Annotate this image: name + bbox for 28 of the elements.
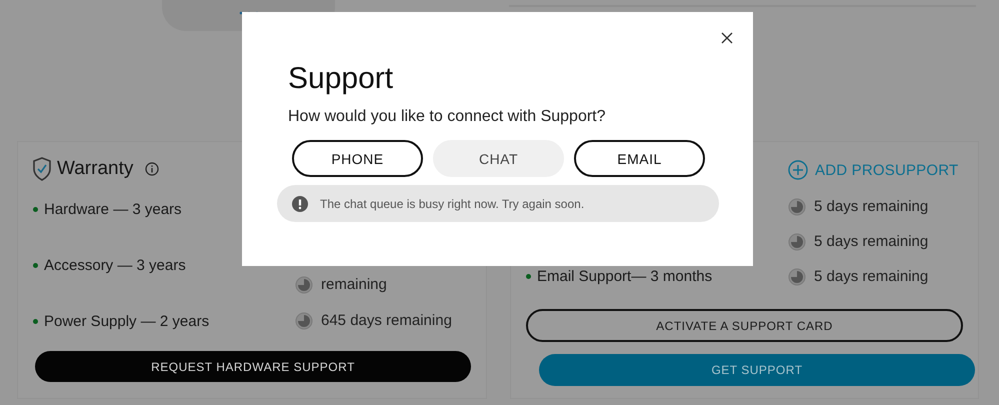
days-remaining: 645 days remaining (321, 311, 452, 331)
coverage-item: Hardware — 3 years (44, 200, 182, 218)
dialog-question: How would you like to connect with Support? (288, 108, 607, 126)
exclamation-icon (292, 196, 308, 212)
clock-icon (295, 276, 313, 294)
shield-check-icon (33, 156, 51, 180)
coverage-item: Email Support— 3 months (537, 268, 712, 285)
contact-option-button[interactable]: PHONE (292, 140, 423, 177)
card-title: Warranty (57, 158, 134, 180)
coverage-item: Power Supply — 2 years (44, 312, 210, 330)
activate-card-button[interactable]: ACTIVATE A SUPPORT CARD (526, 309, 963, 342)
days-remaining: 5 days remaining (814, 196, 928, 216)
get-support-button[interactable]: GET SUPPORT (539, 354, 975, 386)
alert-text: The chat queue is busy right now. Try again soon. (320, 196, 584, 210)
plus-circle-icon (788, 160, 808, 180)
contact-option-button[interactable]: EMAIL (574, 140, 705, 177)
clock-icon (788, 268, 806, 286)
dialog-title: Support (288, 62, 394, 96)
coverage-item: Accessory — 3 years (44, 256, 186, 274)
days-remaining: remaining (321, 275, 387, 295)
days-remaining: 5 days remaining (814, 232, 928, 252)
close-icon[interactable] (720, 31, 734, 45)
clock-icon (788, 198, 806, 216)
days-remaining: 5 days remaining (814, 266, 928, 286)
info-icon (145, 162, 160, 176)
clock-icon (788, 232, 806, 250)
request-hardware-support-button[interactable]: REQUEST HARDWARE SUPPORT (35, 351, 471, 382)
clock-icon (295, 312, 313, 330)
